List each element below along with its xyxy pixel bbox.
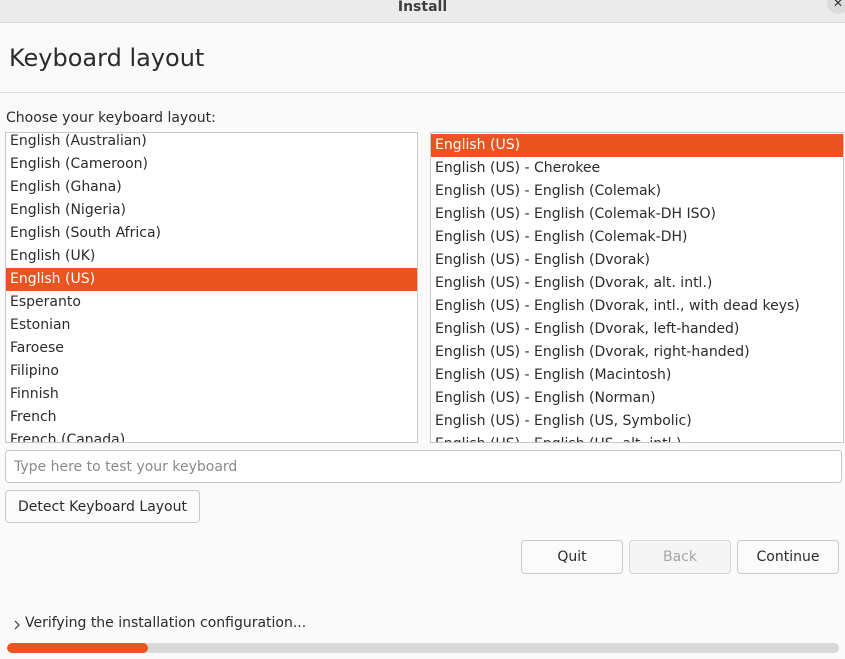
continue-button[interactable]: Continue [737, 540, 839, 574]
layout-list-item[interactable]: Esperanto [6, 291, 417, 314]
variant-list-item[interactable]: English (US) - English (Dvorak, intl., w… [431, 295, 843, 318]
install-progress-bar [7, 643, 839, 653]
layout-list-item[interactable]: Estonian [6, 314, 417, 337]
back-button[interactable]: Back [629, 540, 731, 574]
layout-list-items: English (Australian) English (Cameroon) En… [6, 133, 417, 442]
title-bar: Install ✕ [0, 0, 845, 23]
quit-button[interactable]: Quit [521, 540, 623, 574]
keyboard-test-input[interactable] [5, 450, 842, 483]
variant-list-item[interactable]: English (US) - English (Norman) [431, 387, 843, 410]
layout-list-item[interactable]: English (Nigeria) [6, 199, 417, 222]
variant-list-item[interactable]: English (US) - English (Colemak-DH ISO) [431, 203, 843, 226]
status-text: Verifying the installation configuration… [25, 615, 307, 631]
variant-list-item[interactable]: English (US) - English (Dvorak, left-han… [431, 318, 843, 341]
layout-list-item[interactable]: French (Canada) [6, 429, 417, 442]
layout-list-item[interactable]: English (Australian) [6, 133, 417, 153]
variant-list-item[interactable]: English (US) - English (Dvorak, alt. int… [431, 272, 843, 295]
layout-list-item[interactable]: English (Ghana) [6, 176, 417, 199]
detect-layout-button[interactable]: Detect Keyboard Layout [5, 490, 200, 523]
layout-list-item[interactable]: English (Cameroon) [6, 153, 417, 176]
page-title: Keyboard layout [9, 44, 205, 72]
variant-list-item[interactable]: English (US) - Cherokee [431, 157, 843, 180]
layout-list-item[interactable]: English (UK) [6, 245, 417, 268]
variant-list-items: English (US) English (US) - Cherokee Engli… [431, 134, 843, 442]
window-title: Install [397, 0, 448, 15]
variant-list-item[interactable]: English (US) - English (US, alt. intl.) [431, 433, 843, 442]
variant-list[interactable]: English (US) English (US) - Cherokee Engli… [430, 132, 844, 443]
variant-list-item[interactable]: English (US) [431, 134, 843, 157]
variant-list-item[interactable]: English (US) - English (US, Symbolic) [431, 410, 843, 433]
layout-list-item[interactable]: Finnish [6, 383, 417, 406]
layout-list-item[interactable]: Filipino [6, 360, 417, 383]
layout-list-item[interactable]: English (US) [6, 268, 417, 291]
layout-list[interactable]: English (Australian) English (Cameroon) En… [5, 132, 418, 443]
chevron-right-icon[interactable] [11, 619, 23, 631]
layout-list-item[interactable]: English (South Africa) [6, 222, 417, 245]
title-divider [0, 92, 845, 93]
layout-list-item[interactable]: Faroese [6, 337, 417, 360]
variant-list-item[interactable]: English (US) - English (Dvorak, right-ha… [431, 341, 843, 364]
layout-list-item[interactable]: French [6, 406, 417, 429]
variant-list-item[interactable]: English (US) - English (Macintosh) [431, 364, 843, 387]
install-progress-fill [7, 643, 149, 653]
variant-list-item[interactable]: English (US) - English (Colemak) [431, 180, 843, 203]
variant-list-item[interactable]: English (US) - English (Colemak-DH) [431, 226, 843, 249]
choose-layout-label: Choose your keyboard layout: [6, 110, 216, 126]
variant-list-item[interactable]: English (US) - English (Dvorak) [431, 249, 843, 272]
